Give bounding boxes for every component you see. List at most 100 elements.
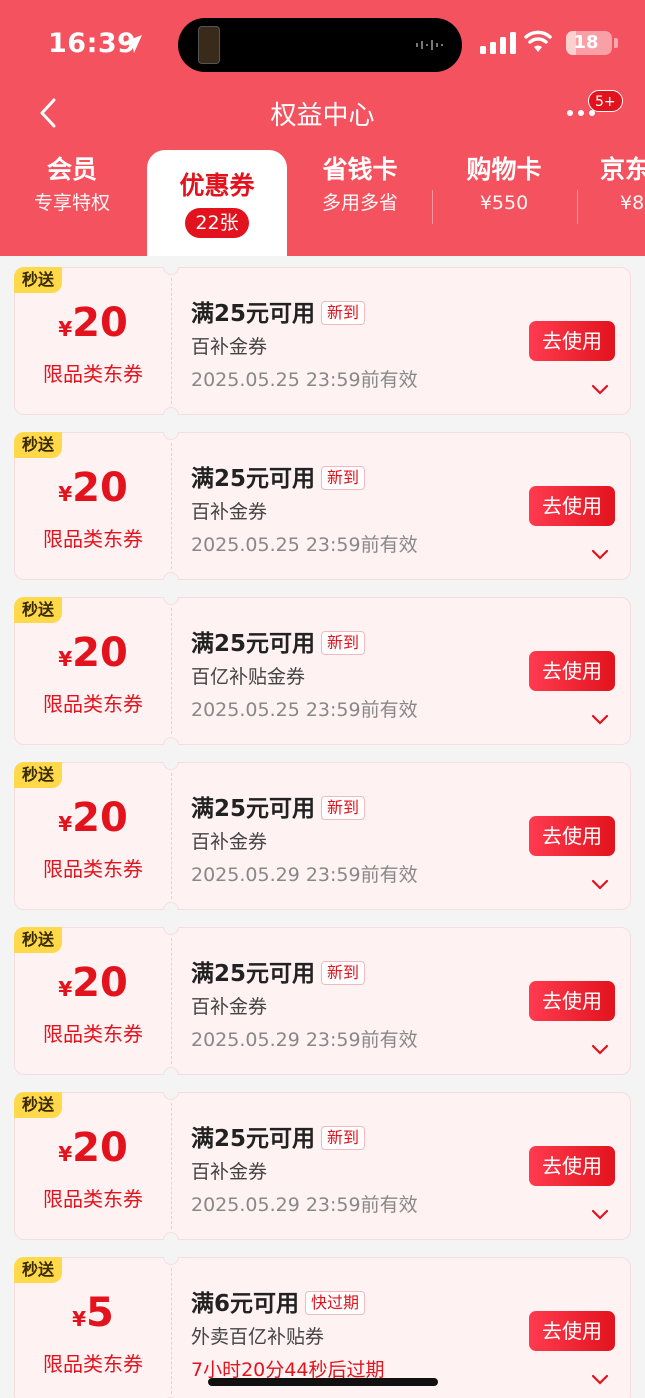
coupon-notch xyxy=(163,762,179,770)
coupon-amount: ¥20 xyxy=(15,1125,171,1171)
coupon-condition: 满6元可用 快过期 xyxy=(191,1284,366,1318)
coupon-card[interactable]: 秒送 ¥5 限品类东券 满6元可用 快过期 外卖百亿补贴券 7小时20分44秒后过… xyxy=(14,1257,631,1398)
coupon-divider xyxy=(171,1103,172,1229)
coupon-card[interactable]: 秒送 ¥20 限品类东券 满25元可用 新到 百补金券 2025.05.29 23… xyxy=(14,927,631,1075)
coupon-divider xyxy=(171,608,172,734)
coupon-amount: ¥5 xyxy=(15,1290,171,1336)
coupon-badge: 新到 xyxy=(321,301,366,325)
audio-wave-icon xyxy=(416,40,443,50)
coupon-condition-text: 满6元可用 xyxy=(191,1291,300,1317)
coupon-expiry: 2025.05.25 23:59前有效 xyxy=(191,699,418,721)
coupon-tag: 秒送 xyxy=(14,267,62,293)
chevron-down-icon[interactable] xyxy=(591,384,609,396)
now-playing-thumbnail xyxy=(198,26,220,64)
coupon-condition-text: 满25元可用 xyxy=(191,1126,316,1152)
coupon-type: 限品类东券 xyxy=(43,1187,143,1211)
coupon-divider xyxy=(171,938,172,1064)
coupon-tag: 秒送 xyxy=(14,1257,62,1283)
chevron-down-icon[interactable] xyxy=(591,1374,609,1386)
use-coupon-button[interactable]: 去使用 xyxy=(529,651,615,691)
chevron-down-icon[interactable] xyxy=(591,1044,609,1056)
coupon-notch xyxy=(163,1067,179,1075)
coupon-name: 百补金券 xyxy=(191,501,268,523)
header: 16:39 18 权益中心 5+ 会员 专享特权 优惠券 22张 省钱卡 多用多… xyxy=(0,0,645,256)
coupon-name: 百补金券 xyxy=(191,1161,268,1183)
coupon-condition: 满25元可用 新到 xyxy=(191,954,366,988)
coupon-tag: 秒送 xyxy=(14,432,62,458)
tab-coupons-count: 22张 xyxy=(185,208,249,238)
coupon-card[interactable]: 秒送 ¥20 限品类东券 满25元可用 新到 百补金券 2025.05.25 23… xyxy=(14,267,631,415)
coupon-condition: 满25元可用 新到 xyxy=(191,1119,366,1153)
coupon-notch xyxy=(163,597,179,605)
use-coupon-button[interactable]: 去使用 xyxy=(529,321,615,361)
coupon-value: 20 xyxy=(72,960,128,1006)
tab-shopping-card-title: 购物卡 xyxy=(466,155,542,184)
coupon-notch xyxy=(163,1257,179,1265)
coupon-tag: 秒送 xyxy=(14,762,62,788)
tab-savings-card[interactable]: 省钱卡 多用多省 xyxy=(304,152,416,218)
dynamic-island[interactable] xyxy=(178,18,462,72)
tab-coupons[interactable]: 优惠券 22张 xyxy=(147,150,287,256)
tab-jd[interactable]: 京东 ¥8 xyxy=(592,152,645,218)
coupon-badge: 新到 xyxy=(321,796,366,820)
coupon-expiry: 2025.05.29 23:59前有效 xyxy=(191,1029,418,1051)
use-coupon-button[interactable]: 去使用 xyxy=(529,816,615,856)
chevron-down-icon[interactable] xyxy=(591,879,609,891)
coupon-card[interactable]: 秒送 ¥20 限品类东券 满25元可用 新到 百亿补贴金券 2025.05.25 … xyxy=(14,597,631,745)
use-coupon-button[interactable]: 去使用 xyxy=(529,486,615,526)
coupon-amount: ¥20 xyxy=(15,300,171,346)
cellular-signal-icon xyxy=(480,32,516,54)
coupon-divider xyxy=(171,773,172,899)
coupon-divider xyxy=(171,278,172,404)
chevron-down-icon[interactable] xyxy=(591,714,609,726)
coupon-value: 5 xyxy=(86,1290,114,1336)
coupon-name: 百补金券 xyxy=(191,996,268,1018)
tab-jd-sub: ¥8 xyxy=(620,192,645,214)
coupon-notch xyxy=(163,407,179,415)
coupon-currency: ¥ xyxy=(58,977,73,1001)
screen: 16:39 18 权益中心 5+ 会员 专享特权 优惠券 22张 省钱卡 多用多… xyxy=(0,0,645,1398)
coupon-amount: ¥20 xyxy=(15,960,171,1006)
coupon-notch xyxy=(163,432,179,440)
coupon-condition-text: 满25元可用 xyxy=(191,301,316,327)
coupon-type: 限品类东券 xyxy=(43,857,143,881)
coupon-divider xyxy=(171,443,172,569)
tab-shopping-card[interactable]: 购物卡 ¥550 xyxy=(448,152,560,218)
tab-member-sub: 专享特权 xyxy=(33,192,110,214)
coupon-divider xyxy=(171,1268,172,1394)
coupon-type: 限品类东券 xyxy=(43,1022,143,1046)
use-coupon-button[interactable]: 去使用 xyxy=(529,1146,615,1186)
coupon-expiry: 2025.05.25 23:59前有效 xyxy=(191,369,418,391)
coupon-notch xyxy=(163,927,179,935)
battery-indicator: 18 xyxy=(566,31,612,55)
coupon-list[interactable]: 秒送 ¥20 限品类东券 满25元可用 新到 百补金券 2025.05.25 23… xyxy=(0,256,645,1398)
coupon-value: 20 xyxy=(72,630,128,676)
use-coupon-button[interactable]: 去使用 xyxy=(529,981,615,1021)
coupon-notch xyxy=(163,572,179,580)
chevron-down-icon[interactable] xyxy=(591,549,609,561)
tab-savings-card-sub: 多用多省 xyxy=(321,192,398,214)
coupon-card[interactable]: 秒送 ¥20 限品类东券 满25元可用 新到 百补金券 2025.05.25 23… xyxy=(14,432,631,580)
coupon-card[interactable]: 秒送 ¥20 限品类东券 满25元可用 新到 百补金券 2025.05.29 23… xyxy=(14,762,631,910)
coupon-notch xyxy=(163,267,179,275)
coupon-name: 百亿补贴金券 xyxy=(191,666,306,688)
coupon-condition-text: 满25元可用 xyxy=(191,466,316,492)
wifi-icon xyxy=(524,30,552,52)
use-coupon-button[interactable]: 去使用 xyxy=(529,1311,615,1351)
coupon-currency: ¥ xyxy=(58,482,73,506)
coupon-card[interactable]: 秒送 ¥20 限品类东券 满25元可用 新到 百补金券 2025.05.29 23… xyxy=(14,1092,631,1240)
coupon-tag: 秒送 xyxy=(14,597,62,623)
chevron-down-icon[interactable] xyxy=(591,1209,609,1221)
tab-separator xyxy=(432,190,433,224)
coupon-condition: 满25元可用 新到 xyxy=(191,624,366,658)
battery-tip xyxy=(614,38,618,48)
tab-member-title: 会员 xyxy=(46,155,97,184)
tab-member[interactable]: 会员 专享特权 xyxy=(16,152,128,218)
tab-savings-card-title: 省钱卡 xyxy=(322,155,398,184)
coupon-notch xyxy=(163,1232,179,1240)
coupon-expiry: 2025.05.25 23:59前有效 xyxy=(191,534,418,556)
home-indicator[interactable] xyxy=(208,1378,438,1386)
coupon-currency: ¥ xyxy=(58,647,73,671)
coupon-condition: 满25元可用 新到 xyxy=(191,294,366,328)
coupon-notch xyxy=(163,902,179,910)
